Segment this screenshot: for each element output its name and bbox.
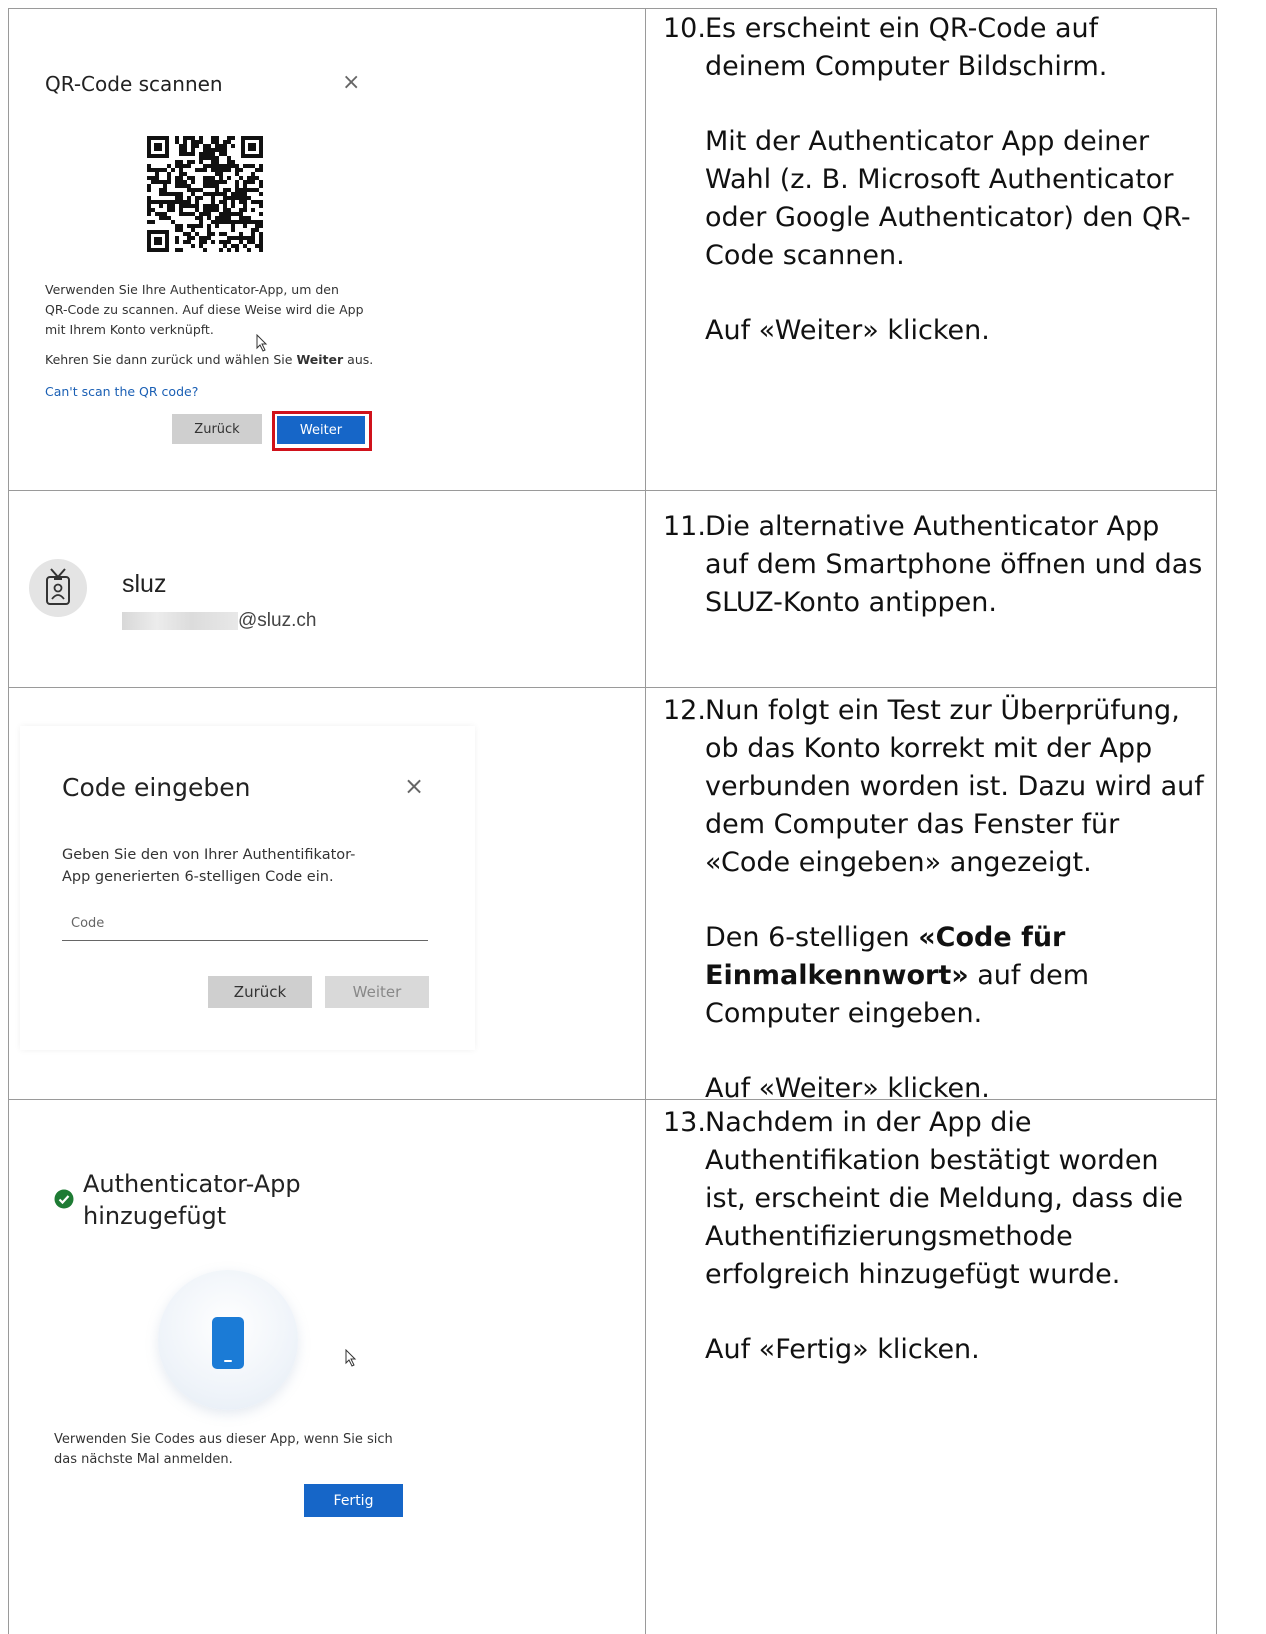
step-text: Nachdem in der App die Authentifikation … — [705, 1104, 1205, 1406]
step-text: Die alternative Authenticator App auf de… — [705, 508, 1205, 659]
table-border-left — [8, 8, 9, 1634]
done-button[interactable]: Fertig — [304, 1484, 403, 1517]
mouse-cursor-icon — [256, 334, 268, 352]
code-instructions: Geben Sie den von Ihrer Authentifikator-… — [62, 847, 356, 885]
app-added-dialog: Authenticator-App hinzugefügt Verwenden … — [20, 1110, 620, 1620]
step-text: Nun folgt ein Test zur Überprüfung, ob d… — [705, 692, 1205, 1145]
qr-return-instruction: Kehren Sie dann zurück und wählen Sie We… — [45, 352, 374, 367]
step-paragraph: Auf «Weiter» klicken. — [705, 1073, 990, 1104]
step-number: 12. — [663, 695, 706, 726]
code-input-placeholder: Code — [71, 916, 105, 931]
row-divider-2 — [8, 687, 1217, 688]
step-number: 11. — [663, 511, 706, 542]
step-paragraph: Es erscheint ein QR-Code auf deinem Comp… — [705, 13, 1108, 82]
table-border-right — [1216, 8, 1217, 1634]
table-column-divider — [645, 8, 646, 1634]
row-divider-1 — [8, 490, 1217, 491]
step-paragraph: Nun folgt ein Test zur Überprüfung, ob d… — [705, 695, 1204, 878]
step-paragraph: Nachdem in der App die Authentifikation … — [705, 1107, 1184, 1290]
code-input[interactable]: Code — [62, 916, 428, 941]
step-text: Es erscheint ein QR-Code auf deinem Comp… — [705, 10, 1205, 387]
step-number: 13. — [663, 1107, 706, 1138]
dialog-title: QR-Code scannen — [45, 72, 223, 96]
qr-instructions: Verwenden Sie Ihre Authenticator-App, um… — [45, 282, 364, 337]
dialog-title: Code eingeben — [62, 773, 251, 802]
account-entry[interactable]: sluz @sluz.ch — [20, 500, 620, 675]
step-paragraph: Die alternative Authenticator App auf de… — [705, 511, 1203, 618]
account-email-domain: @sluz.ch — [238, 610, 317, 631]
table-border-top — [8, 8, 1217, 9]
step-number: 10. — [663, 13, 706, 44]
back-button[interactable]: Zurück — [172, 414, 262, 444]
next-button[interactable]: Weiter — [277, 416, 365, 444]
enter-code-dialog: Code eingeben × Geben Sie den von Ihrer … — [20, 726, 475, 1050]
qr-code-image — [145, 134, 265, 254]
step-paragraph: Auf «Weiter» klicken. — [705, 315, 990, 346]
dialog-title: Authenticator-App hinzugefügt — [83, 1170, 301, 1230]
step-paragraph: Mit der Authenticator App deiner Wahl (z… — [705, 126, 1191, 271]
account-name: sluz — [122, 570, 167, 598]
mouse-cursor-icon — [345, 1349, 357, 1367]
close-icon[interactable]: × — [342, 70, 360, 95]
redacted-email-user — [122, 612, 238, 630]
smartphone-icon — [212, 1317, 244, 1369]
cant-scan-link[interactable]: Can't scan the QR code? — [45, 384, 198, 399]
qr-scan-dialog: QR-Code scannen × Verwenden Sie Ihre Aut… — [20, 20, 620, 475]
back-button[interactable]: Zurück — [208, 976, 312, 1008]
step-paragraph: Den 6-stelligen «Code für Einmalkennwort… — [705, 922, 1090, 1029]
usage-instructions: Verwenden Sie Codes aus dieser App, wenn… — [54, 1432, 393, 1467]
step-paragraph: Auf «Fertig» klicken. — [705, 1334, 980, 1365]
id-badge-icon — [46, 568, 70, 605]
next-button-disabled[interactable]: Weiter — [325, 976, 429, 1008]
close-icon[interactable]: × — [404, 772, 424, 800]
success-check-icon — [54, 1189, 74, 1209]
